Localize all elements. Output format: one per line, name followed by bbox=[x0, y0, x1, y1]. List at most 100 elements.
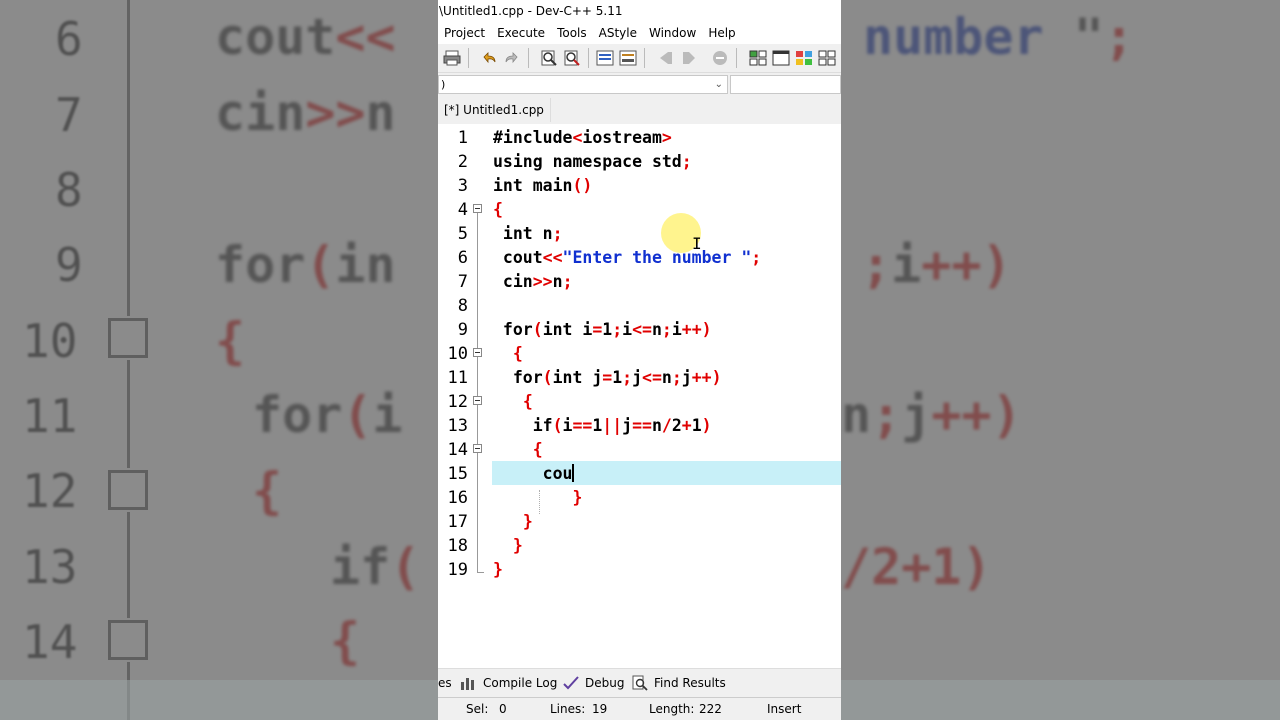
bg-fold-icon bbox=[108, 318, 148, 358]
window-icon[interactable] bbox=[771, 48, 791, 68]
line-number: 7 bbox=[457, 272, 468, 292]
bookmark-icon[interactable] bbox=[710, 48, 730, 68]
bg-line-number: 7 bbox=[55, 88, 83, 142]
bg-fold-icon bbox=[108, 620, 148, 660]
line-number: 14 bbox=[447, 440, 468, 460]
toolbar-separator bbox=[644, 48, 645, 68]
project-icon[interactable] bbox=[794, 48, 814, 68]
replace-icon[interactable] bbox=[562, 48, 582, 68]
bg-code: { bbox=[330, 612, 361, 670]
chevron-down-icon: ⌄ bbox=[714, 79, 723, 90]
toolbar bbox=[438, 44, 841, 73]
length-value: 222 bbox=[699, 702, 722, 716]
fold-toggle-icon[interactable] bbox=[473, 204, 482, 213]
background-zoom-left: 6 7 8 9 10 11 12 13 14 cout<< cin>>n for… bbox=[0, 0, 438, 720]
fold-toggle-icon[interactable] bbox=[473, 348, 482, 357]
member-combo[interactable] bbox=[730, 75, 841, 94]
line-number: 13 bbox=[447, 416, 468, 436]
bg-code: { bbox=[215, 312, 246, 370]
line-number: 11 bbox=[447, 368, 468, 388]
sel-label: Sel: bbox=[466, 702, 489, 716]
undo-icon[interactable] bbox=[479, 48, 499, 68]
length-label: Length: bbox=[649, 702, 695, 716]
redo-icon[interactable] bbox=[502, 48, 522, 68]
bg-line-number: 14 bbox=[22, 615, 78, 669]
menu-tools[interactable]: Tools bbox=[551, 22, 593, 44]
code-line: } bbox=[572, 488, 583, 507]
code-line: int main() bbox=[493, 176, 593, 195]
menu-window[interactable]: Window bbox=[643, 22, 702, 44]
tab-compile-log[interactable]: Compile Log bbox=[483, 669, 557, 697]
checkmark-icon bbox=[563, 676, 579, 690]
tab-partial[interactable]: es bbox=[438, 669, 452, 697]
tab-untitled1[interactable]: [*] Untitled1.cpp bbox=[438, 98, 551, 122]
editor-tabs: [*] Untitled1.cpp bbox=[438, 98, 841, 122]
menu-astyle[interactable]: AStyle bbox=[593, 22, 643, 44]
bg-line-number: 9 bbox=[55, 238, 83, 292]
bg-fold-line bbox=[127, 0, 130, 316]
line-number: 17 bbox=[447, 512, 468, 532]
fold-end bbox=[477, 572, 484, 573]
bg-line-number: 6 bbox=[55, 12, 83, 66]
line-number: 9 bbox=[457, 320, 468, 340]
fold-line bbox=[477, 357, 478, 396]
insert-mode: Insert bbox=[767, 702, 802, 716]
bg-line-number: 11 bbox=[22, 389, 78, 443]
window-title: \Untitled1.cpp - Dev-C++ 5.11 bbox=[438, 0, 841, 22]
bookmark-back-icon[interactable] bbox=[656, 48, 676, 68]
toolbar-separator bbox=[736, 48, 737, 68]
line-number: 12 bbox=[447, 392, 468, 412]
tile-windows-icon[interactable] bbox=[748, 48, 768, 68]
class-combo-value: ) bbox=[441, 78, 446, 91]
lines-label: Lines: bbox=[550, 702, 586, 716]
unindent-icon[interactable] bbox=[618, 48, 638, 68]
find-icon[interactable] bbox=[539, 48, 559, 68]
toolbar-separator bbox=[588, 48, 589, 68]
bg-code: cin>>n bbox=[215, 84, 396, 142]
fold-toggle-icon[interactable] bbox=[473, 396, 482, 405]
line-number: 1 bbox=[457, 128, 468, 148]
line-number: 8 bbox=[457, 296, 468, 316]
code-line: } bbox=[522, 512, 533, 531]
bg-code: if( bbox=[330, 538, 421, 596]
devcpp-window: \Untitled1.cpp - Dev-C++ 5.11 Project Exe… bbox=[438, 0, 841, 720]
bg-code: for(i bbox=[252, 386, 403, 444]
bg-line-number: 13 bbox=[22, 540, 78, 594]
bookmark-forward-icon[interactable] bbox=[679, 48, 699, 68]
bottom-panel-tabs: es Compile Log Debug Find Results bbox=[438, 668, 841, 697]
bg-fold-icon bbox=[108, 470, 148, 510]
current-line-text: cou bbox=[542, 464, 573, 483]
menu-execute[interactable]: Execute bbox=[491, 22, 551, 44]
fold-line bbox=[477, 213, 478, 348]
line-number: 15 bbox=[447, 464, 468, 484]
menu-help[interactable]: Help bbox=[702, 22, 741, 44]
bg-code: /2+1) bbox=[841, 538, 992, 596]
fold-toggle-icon[interactable] bbox=[473, 444, 482, 453]
indent-icon[interactable] bbox=[595, 48, 615, 68]
code-line: { bbox=[512, 344, 523, 363]
code-editor[interactable]: 1 2 3 4 5 6 7 8 9 10 11 12 13 14 15 16 1… bbox=[438, 124, 841, 668]
background-zoom-right: number "; ;i++) n;j++) /2+1) bbox=[841, 0, 1280, 720]
code-line: cin>>n; bbox=[493, 272, 573, 291]
class-browser-bar: ) ⌄ bbox=[438, 73, 841, 98]
bg-code: n;j++) bbox=[841, 386, 1022, 444]
bg-highlight bbox=[0, 680, 438, 720]
line-number: 19 bbox=[447, 560, 468, 580]
fold-line bbox=[477, 405, 478, 444]
tab-find-results[interactable]: Find Results bbox=[654, 669, 726, 697]
class-combo[interactable]: ) ⌄ bbox=[438, 75, 728, 94]
line-number: 2 bbox=[457, 152, 468, 172]
menu-project[interactable]: Project bbox=[438, 22, 491, 44]
chart-icon bbox=[461, 678, 474, 690]
tab-debug[interactable]: Debug bbox=[585, 669, 624, 697]
line-number: 4 bbox=[457, 200, 468, 220]
code-line: { bbox=[532, 440, 543, 459]
grid-icon[interactable] bbox=[817, 48, 837, 68]
code-line: using namespace std; bbox=[493, 152, 692, 171]
code-line: { bbox=[493, 200, 503, 219]
bg-code: number "; bbox=[863, 8, 1134, 66]
code-line: } bbox=[493, 560, 503, 579]
code-line: for(int i=1;i<=n;i++) bbox=[493, 320, 712, 339]
print-icon[interactable] bbox=[442, 48, 462, 68]
bg-code: for(in bbox=[215, 236, 396, 294]
